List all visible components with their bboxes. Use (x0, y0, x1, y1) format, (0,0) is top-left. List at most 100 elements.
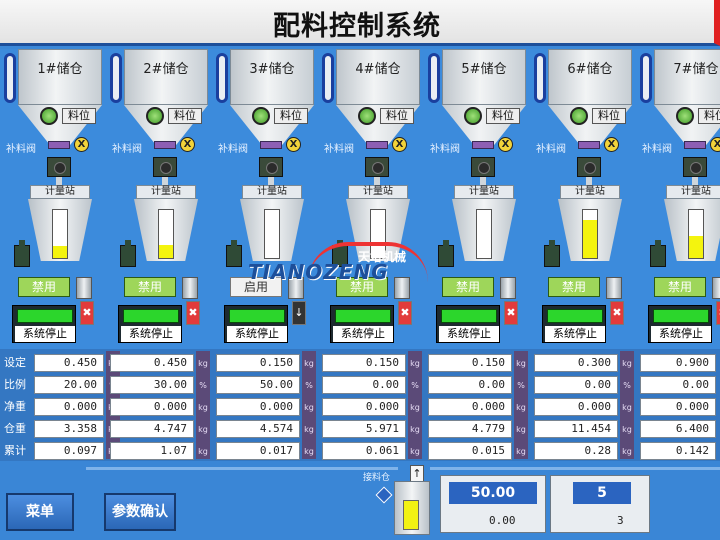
scale-label: 计量站 (666, 185, 720, 199)
total-weight-set[interactable]: 50.00 (449, 482, 537, 504)
silo-unit: 6#储仓 料位 补料阀 X 计量站 禁用 系统停止 ✖ (534, 49, 640, 349)
status-label: 系统停止 (439, 326, 499, 342)
mode-button[interactable]: 禁用 (442, 277, 494, 297)
plant-diagram: 1#储仓 料位 补料阀 X 计量站 禁用 系统停止 ✖ 2#储仓 料位 补料阀 … (0, 49, 720, 349)
table-cell[interactable]: 50.00 (216, 376, 300, 394)
table-cell[interactable]: 0.00 (322, 376, 406, 394)
refill-valve-row: 补料阀 X (322, 137, 428, 155)
scale-level-bar (688, 209, 704, 259)
silo-name: 4#储仓 (355, 62, 401, 77)
unit-column: kg% kg kg kg (302, 351, 316, 459)
scale-label: 计量站 (30, 185, 90, 199)
unit-label: kg (622, 447, 632, 456)
batch-count-actual: 3 (617, 514, 624, 527)
refill-valve[interactable] (366, 141, 388, 149)
table-cell: 4.747 (110, 420, 194, 438)
silo-hopper: 5#储仓 (442, 49, 526, 105)
feeder-motor (683, 157, 707, 177)
level-sensor-icon (358, 107, 376, 125)
scale-label: 计量站 (348, 185, 408, 199)
mode-button[interactable]: 禁用 (18, 277, 70, 297)
silo-name: 5#储仓 (461, 62, 507, 77)
table-cell[interactable]: 0.150 (216, 354, 300, 372)
scale-motor (14, 240, 30, 267)
valve-status-icon: X (392, 137, 407, 152)
unit-label: kg (304, 447, 314, 456)
table-cell[interactable]: 0.150 (322, 354, 406, 372)
refill-valve[interactable] (472, 141, 494, 149)
close-icon[interactable]: ✖ (504, 301, 518, 325)
table-cell: 6.400 (640, 420, 716, 438)
refill-valve-row: 补料阀 X (216, 137, 322, 155)
refill-valve-label: 补料阀 (642, 144, 672, 155)
table-cell: 0.097 (34, 442, 104, 460)
table-cell[interactable]: 0.300 (534, 354, 618, 372)
close-icon[interactable]: ✖ (610, 301, 624, 325)
row-label: 仓重 (4, 422, 26, 435)
table-cell[interactable]: 20.00 (34, 376, 104, 394)
mode-button[interactable]: 禁用 (548, 277, 600, 297)
table-cell: 0.015 (428, 442, 512, 460)
table-cell[interactable]: 0.00 (428, 376, 512, 394)
scale-motor (332, 240, 348, 267)
refill-valve[interactable] (578, 141, 600, 149)
status-panel: 系统停止 (436, 305, 500, 343)
table-cell[interactable]: 0.00 (640, 376, 716, 394)
silo-unit: 3#储仓 料位 补料阀 X 计量站 启用 系统停止 ↓ (216, 49, 322, 349)
down-arrow-icon[interactable]: ↓ (292, 301, 306, 325)
table-cell[interactable]: 0.150 (428, 354, 512, 372)
status-indicator (441, 309, 497, 323)
level-label: 料位 (62, 108, 96, 124)
scale-label: 计量站 (242, 185, 302, 199)
diamond-icon (375, 486, 393, 504)
scale-level-bar (582, 209, 598, 259)
close-icon[interactable]: ✖ (716, 301, 720, 325)
table-cell: 0.000 (640, 398, 716, 416)
table-cell[interactable]: 0.450 (110, 354, 194, 372)
silo-hopper: 1#储仓 (18, 49, 102, 105)
status-label: 系统停止 (121, 326, 181, 342)
refill-valve-label: 补料阀 (6, 144, 36, 155)
level-sensor-icon (570, 107, 588, 125)
discharge-pump (606, 277, 622, 299)
table-cell[interactable]: 0.00 (534, 376, 618, 394)
parameter-table: 设定比例净重仓重累计0.45020.000.0003.3580.097kg%kg… (0, 349, 720, 461)
scale-label: 计量站 (136, 185, 196, 199)
level-label: 料位 (698, 108, 720, 124)
silo-hopper: 4#储仓 (336, 49, 420, 105)
param-confirm-button[interactable]: 参数确认 (104, 493, 176, 531)
scale-level-bar (476, 209, 492, 259)
table-cell[interactable]: 30.00 (110, 376, 194, 394)
valve-status-icon: X (498, 137, 513, 152)
mode-button[interactable]: 禁用 (654, 277, 706, 297)
silo-unit: 2#储仓 料位 补料阀 X 计量站 禁用 系统停止 ✖ (110, 49, 216, 349)
status-panel: 系统停止 (648, 305, 712, 343)
receive-bin (394, 481, 430, 535)
table-cell[interactable]: 0.900 (640, 354, 716, 372)
table-cell: 0.000 (428, 398, 512, 416)
menu-button[interactable]: 菜单 (6, 493, 74, 531)
unit-label: kg (198, 359, 208, 368)
status-label: 系统停止 (15, 326, 75, 342)
table-cell: 5.971 (322, 420, 406, 438)
close-icon[interactable]: ✖ (80, 301, 94, 325)
mode-button[interactable]: 禁用 (336, 277, 388, 297)
mode-button[interactable]: 禁用 (124, 277, 176, 297)
silo-hopper: 7#储仓 (654, 49, 720, 105)
refill-valve[interactable] (154, 141, 176, 149)
table-cell[interactable]: 0.450 (34, 354, 104, 372)
status-indicator (653, 309, 709, 323)
batch-count-set[interactable]: 5 (573, 482, 631, 504)
silo-name: 2#储仓 (143, 62, 189, 77)
scale-level-bar (52, 209, 68, 259)
close-icon[interactable]: ✖ (398, 301, 412, 325)
close-icon[interactable]: ✖ (186, 301, 200, 325)
refill-valve[interactable] (48, 141, 70, 149)
title-bar: 配料控制系统 (0, 0, 720, 46)
table-cell: 0.000 (534, 398, 618, 416)
silo-name: 3#储仓 (249, 62, 295, 77)
refill-valve[interactable] (260, 141, 282, 149)
refill-valve[interactable] (684, 141, 706, 149)
mode-button[interactable]: 启用 (230, 277, 282, 297)
unit-label: % (305, 381, 313, 390)
